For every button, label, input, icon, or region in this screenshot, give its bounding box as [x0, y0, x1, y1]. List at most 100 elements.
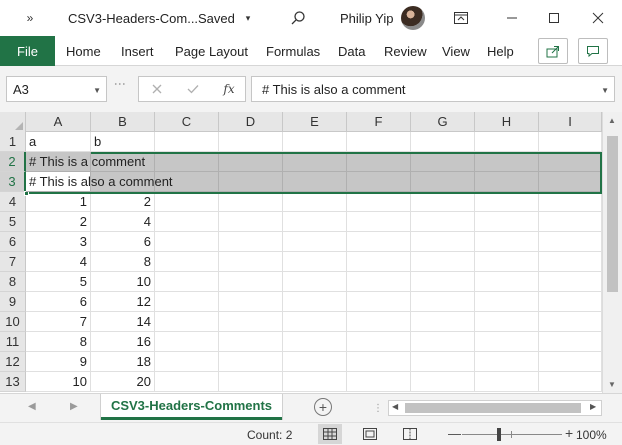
name-box[interactable]: A3 ▼ [6, 76, 107, 102]
column-header[interactable]: F [347, 112, 411, 132]
column-header[interactable]: D [219, 112, 283, 132]
cell[interactable] [539, 252, 602, 272]
column-header[interactable]: A [26, 112, 91, 132]
cell[interactable] [283, 272, 347, 292]
zoom-level[interactable]: 100% [576, 428, 607, 442]
cell-B9[interactable]: 12 [91, 292, 155, 312]
page-break-view-icon[interactable] [398, 424, 422, 444]
page-layout-view-icon[interactable] [358, 424, 382, 444]
cell[interactable] [283, 152, 347, 172]
close-icon[interactable] [588, 0, 608, 36]
cell[interactable] [347, 212, 411, 232]
cell[interactable] [155, 192, 219, 212]
chevron-down-icon[interactable]: ▼ [93, 86, 101, 95]
worksheet-grid[interactable]: A B C D E F G H I 1 a b 2 # This is a commen… [0, 112, 622, 393]
cell[interactable] [155, 352, 219, 372]
insert-function-icon[interactable]: fx [217, 77, 241, 101]
cell[interactable] [539, 132, 602, 152]
cell[interactable] [155, 252, 219, 272]
cell[interactable] [347, 152, 411, 172]
cell[interactable] [475, 352, 539, 372]
cell-A8[interactable]: 5 [26, 272, 91, 292]
cell[interactable] [475, 292, 539, 312]
cell[interactable] [219, 312, 283, 332]
cell-A12[interactable]: 9 [26, 352, 91, 372]
previous-sheet-icon[interactable]: ◀ [28, 401, 36, 412]
save-status[interactable]: Saved [198, 0, 235, 36]
row-header[interactable]: 9 [0, 292, 26, 312]
cell[interactable] [347, 172, 411, 192]
cell[interactable] [283, 312, 347, 332]
tab-help[interactable]: Help [487, 36, 514, 66]
cell[interactable] [283, 352, 347, 372]
cell[interactable] [475, 132, 539, 152]
cell[interactable] [411, 372, 475, 392]
enter-icon[interactable] [181, 77, 205, 101]
chevron-down-icon[interactable]: ▼ [601, 86, 609, 95]
cell[interactable] [219, 212, 283, 232]
cell[interactable] [539, 352, 602, 372]
row-header[interactable]: 5 [0, 212, 26, 232]
resize-handle-icon[interactable]: ⋮ [113, 78, 127, 90]
cell[interactable] [539, 372, 602, 392]
row-header[interactable]: 6 [0, 232, 26, 252]
cell[interactable] [155, 292, 219, 312]
cell-A7[interactable]: 4 [26, 252, 91, 272]
cell[interactable] [155, 212, 219, 232]
cell[interactable] [411, 172, 475, 192]
cell[interactable] [219, 372, 283, 392]
scroll-down-icon[interactable]: ▼ [608, 380, 616, 389]
search-icon[interactable] [286, 0, 310, 36]
column-header[interactable]: H [475, 112, 539, 132]
cell-A10[interactable]: 7 [26, 312, 91, 332]
cell[interactable] [411, 192, 475, 212]
scroll-thumb[interactable] [405, 403, 581, 413]
vertical-scrollbar[interactable]: ▲ ▼ [602, 112, 622, 393]
zoom-slider[interactable] [462, 434, 562, 435]
cell[interactable] [539, 172, 602, 192]
cell[interactable] [219, 352, 283, 372]
cell-A13[interactable]: 10 [26, 372, 91, 392]
cell-B6[interactable]: 6 [91, 232, 155, 252]
normal-view-icon[interactable] [318, 424, 342, 444]
cell-B11[interactable]: 16 [91, 332, 155, 352]
cell[interactable] [155, 232, 219, 252]
row-header[interactable]: 12 [0, 352, 26, 372]
cell[interactable] [411, 292, 475, 312]
row-header[interactable]: 10 [0, 312, 26, 332]
cell-A4[interactable]: 1 [26, 192, 91, 212]
row-header[interactable]: 8 [0, 272, 26, 292]
cell[interactable] [475, 332, 539, 352]
ribbon-display-options-icon[interactable] [452, 0, 470, 36]
horizontal-scrollbar[interactable]: ◀ ▶ [388, 400, 602, 416]
row-header[interactable]: 1 [0, 132, 26, 152]
cell[interactable] [283, 172, 347, 192]
cell[interactable] [155, 272, 219, 292]
row-header[interactable]: 2 [0, 152, 26, 172]
cell[interactable] [411, 152, 475, 172]
cell[interactable] [539, 312, 602, 332]
cell[interactable] [411, 312, 475, 332]
cell[interactable] [411, 252, 475, 272]
cell[interactable] [347, 132, 411, 152]
tab-file[interactable]: File [0, 36, 55, 66]
cell[interactable] [475, 232, 539, 252]
quick-access-more-button[interactable]: » [18, 0, 42, 36]
cell[interactable] [347, 192, 411, 212]
cell[interactable] [283, 372, 347, 392]
select-all-button[interactable] [0, 112, 26, 132]
cell[interactable] [219, 192, 283, 212]
cell[interactable] [155, 312, 219, 332]
selection-count[interactable]: Count: 2 [247, 428, 292, 442]
cell[interactable] [155, 152, 219, 172]
cell-B5[interactable]: 4 [91, 212, 155, 232]
cell[interactable] [219, 152, 283, 172]
add-sheet-icon[interactable]: + [314, 398, 332, 416]
cell[interactable] [347, 272, 411, 292]
cell[interactable] [539, 152, 602, 172]
cell[interactable] [219, 132, 283, 152]
cell[interactable] [283, 252, 347, 272]
formula-input[interactable]: # This is also a comment ▼ [251, 76, 615, 102]
cell[interactable] [219, 292, 283, 312]
cell[interactable] [283, 232, 347, 252]
